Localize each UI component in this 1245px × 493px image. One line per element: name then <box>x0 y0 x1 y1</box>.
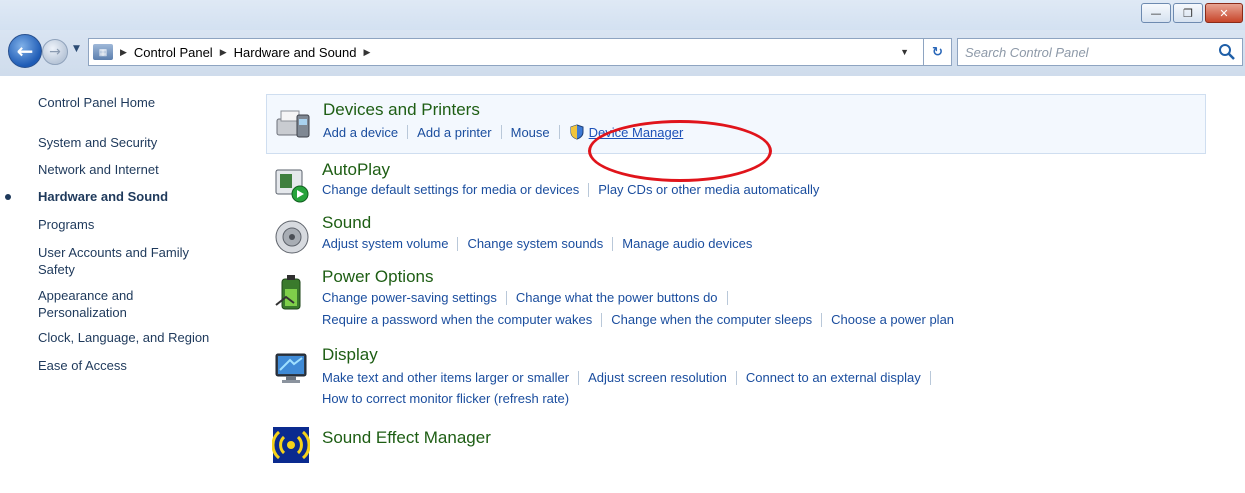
sidebar: Control Panel Home System and Security N… <box>0 76 248 493</box>
category-title-devices-and-printers[interactable]: Devices and Printers <box>323 100 480 120</box>
device-manager-link[interactable]: Device Manager <box>589 125 684 140</box>
category-title-autoplay[interactable]: AutoPlay <box>322 160 390 180</box>
link-divider <box>407 125 409 139</box>
link-divider <box>601 312 603 327</box>
display-links-row1: Make text and other items larger or smal… <box>322 370 940 385</box>
sidebar-item-programs[interactable]: Programs <box>38 216 243 233</box>
printer-icon[interactable] <box>273 103 313 143</box>
sidebar-item-network-and-internet[interactable]: Network and Internet <box>38 161 243 178</box>
change-default-media-settings-link[interactable]: Change default settings for media or dev… <box>322 182 579 197</box>
link-divider <box>929 370 931 385</box>
refresh-icon: ↻ <box>932 44 943 60</box>
link-divider <box>726 290 728 305</box>
breadcrumb-arrow-icon[interactable]: ▶ <box>120 47 127 58</box>
link-divider <box>457 236 459 251</box>
sidebar-item-appearance[interactable]: Appearance and Personalization <box>38 287 168 321</box>
recent-pages-dropdown-icon[interactable]: ▼ <box>73 44 80 54</box>
back-button[interactable]: ← <box>8 34 42 68</box>
autoplay-icon[interactable] <box>272 164 312 204</box>
forward-arrow-icon: → <box>49 44 61 60</box>
sidebar-item-control-panel-home[interactable]: Control Panel Home <box>38 94 243 111</box>
link-divider <box>735 370 737 385</box>
sound-links: Adjust system volume Change system sound… <box>322 236 752 251</box>
devices-links: Add a device Add a printer Mouse Device … <box>323 124 683 140</box>
monitor-flicker-help-link[interactable]: How to correct monitor flicker (refresh … <box>322 391 569 406</box>
change-system-sounds-link[interactable]: Change system sounds <box>467 236 603 251</box>
category-sound-effect-manager: Sound Effect Manager <box>266 424 1206 466</box>
address-bar: ← → ▼ ▦ ▶ Control Panel ▶ Hardware and S… <box>0 30 1245 76</box>
link-divider <box>500 125 502 139</box>
connect-external-display-link[interactable]: Connect to an external display <box>746 370 921 385</box>
control-panel-icon: ▦ <box>93 44 113 60</box>
power-links-row1: Change power-saving settings Change what… <box>322 290 737 305</box>
back-arrow-icon: ← <box>16 39 34 63</box>
play-cds-automatically-link[interactable]: Play CDs or other media automatically <box>598 182 819 197</box>
category-title-display[interactable]: Display <box>322 345 378 365</box>
choose-power-plan-link[interactable]: Choose a power plan <box>831 312 954 327</box>
refresh-button[interactable]: ↻ <box>924 38 952 66</box>
restore-button[interactable]: ❐ <box>1173 3 1203 23</box>
sidebar-item-system-and-security[interactable]: System and Security <box>38 134 243 151</box>
link-divider <box>821 312 823 327</box>
display-links-row2: How to correct monitor flicker (refresh … <box>322 391 569 406</box>
mouse-link[interactable]: Mouse <box>511 125 550 140</box>
forward-button[interactable]: → <box>42 39 68 65</box>
battery-icon[interactable] <box>272 273 312 313</box>
link-divider <box>578 370 580 385</box>
require-password-on-wake-link[interactable]: Require a password when the computer wak… <box>322 312 592 327</box>
autoplay-links: Change default settings for media or dev… <box>322 182 819 197</box>
sidebar-item-clock-language-region[interactable]: Clock, Language, and Region <box>38 329 243 346</box>
add-a-device-link[interactable]: Add a device <box>323 125 398 140</box>
manage-audio-devices-link[interactable]: Manage audio devices <box>622 236 752 251</box>
sound-effect-icon[interactable] <box>272 426 310 464</box>
category-devices-and-printers: Devices and Printers Add a device Add a … <box>266 94 1206 154</box>
link-divider <box>588 182 590 197</box>
category-title-sound-effect-manager[interactable]: Sound Effect Manager <box>322 428 491 448</box>
category-title-power-options[interactable]: Power Options <box>322 267 434 287</box>
search-input[interactable]: Search Control Panel <box>958 45 1218 60</box>
change-sleep-time-link[interactable]: Change when the computer sleeps <box>611 312 812 327</box>
address-dropdown-icon[interactable]: ▼ <box>900 47 909 57</box>
power-links-row2: Require a password when the computer wak… <box>322 312 954 327</box>
category-power-options: Power Options Change power-saving settin… <box>266 267 1206 335</box>
monitor-icon[interactable] <box>272 348 312 388</box>
adjust-screen-resolution-link[interactable]: Adjust screen resolution <box>588 370 727 385</box>
uac-shield-icon <box>570 124 584 140</box>
link-divider <box>558 125 560 139</box>
speaker-icon[interactable] <box>272 217 312 257</box>
sidebar-item-user-accounts[interactable]: User Accounts and Family Safety <box>38 244 208 278</box>
search-box[interactable]: Search Control Panel <box>957 38 1243 66</box>
breadcrumb-control-panel[interactable]: Control Panel <box>134 45 213 60</box>
minimize-button[interactable]: — <box>1141 3 1171 23</box>
link-divider <box>612 236 614 251</box>
main-content: Devices and Printers Add a device Add a … <box>248 76 1245 493</box>
breadcrumb-hardware-and-sound[interactable]: Hardware and Sound <box>234 45 357 60</box>
sidebar-item-hardware-and-sound: Hardware and Sound <box>38 189 169 204</box>
breadcrumb[interactable]: ▦ ▶ Control Panel ▶ Hardware and Sound ▶… <box>88 38 924 66</box>
window-titlebar: — ❐ ✕ <box>0 0 1245 30</box>
category-display: Display Make text and other items larger… <box>266 344 1206 410</box>
sidebar-item-ease-of-access[interactable]: Ease of Access <box>38 357 243 374</box>
make-text-larger-link[interactable]: Make text and other items larger or smal… <box>322 370 569 385</box>
category-title-sound[interactable]: Sound <box>322 213 371 233</box>
link-divider <box>505 290 507 305</box>
search-icon[interactable] <box>1218 43 1236 61</box>
breadcrumb-arrow-icon[interactable]: ▶ <box>363 47 370 58</box>
adjust-system-volume-link[interactable]: Adjust system volume <box>322 236 448 251</box>
category-sound: Sound Adjust system volume Change system… <box>266 213 1206 263</box>
breadcrumb-arrow-icon[interactable]: ▶ <box>220 47 227 58</box>
window-controls: — ❐ ✕ <box>1141 3 1243 23</box>
add-a-printer-link[interactable]: Add a printer <box>417 125 491 140</box>
change-power-saving-settings-link[interactable]: Change power-saving settings <box>322 290 497 305</box>
change-power-buttons-link[interactable]: Change what the power buttons do <box>516 290 718 305</box>
category-autoplay: AutoPlay Change default settings for med… <box>266 160 1206 208</box>
current-section-bullet-icon <box>5 194 11 200</box>
close-button[interactable]: ✕ <box>1205 3 1243 23</box>
